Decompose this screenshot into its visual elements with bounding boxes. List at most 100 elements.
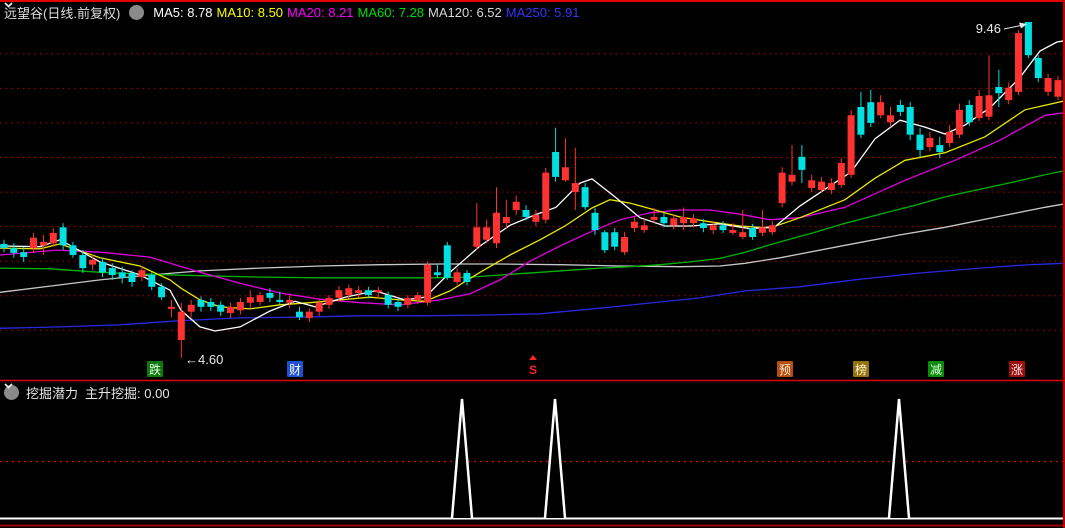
svg-text:财: 财 — [289, 363, 301, 377]
ma-label: MA120: 6.52 — [428, 4, 502, 20]
candle — [798, 156, 806, 170]
ma-legend: MA5: 8.78 MA10: 8.50 MA20: 8.21 MA60: 7.28 M… — [153, 5, 583, 20]
ma-line-MA20 — [0, 111, 1065, 306]
candle — [561, 167, 569, 181]
candle — [49, 232, 57, 244]
candle — [138, 270, 146, 278]
candle — [10, 248, 18, 253]
candle — [611, 232, 619, 247]
candle — [108, 268, 116, 275]
candle — [739, 232, 747, 237]
candle — [315, 302, 323, 312]
candle — [227, 306, 234, 313]
candle — [522, 210, 530, 217]
candle — [128, 273, 136, 282]
candle — [936, 145, 944, 152]
titlebar: 远望谷(日线.前复权) MA5: 8.78 MA10: 8.50 MA20: 8.2… — [4, 2, 583, 22]
candle — [266, 293, 274, 298]
candle — [207, 302, 215, 307]
candle — [630, 221, 638, 228]
candle — [857, 107, 865, 135]
candle — [236, 302, 244, 311]
candle — [118, 272, 126, 278]
svg-text:跌: 跌 — [149, 362, 161, 377]
collapse-main-chart-icon[interactable] — [4, 2, 145, 20]
candle — [719, 225, 727, 231]
candle — [690, 218, 697, 224]
candle — [818, 181, 825, 190]
candle — [414, 295, 422, 300]
event-marker-涨[interactable]: 涨 — [1009, 361, 1025, 377]
candle — [670, 218, 678, 226]
candle — [778, 172, 786, 204]
candle — [30, 237, 37, 249]
candle — [345, 288, 353, 296]
candle — [946, 131, 954, 143]
candle — [374, 290, 382, 293]
candle — [473, 227, 481, 247]
candle — [483, 227, 491, 240]
ma-label: MA20: 8.21 — [287, 4, 354, 20]
indicator-panel-header: 挖掘潜力 主升挖掘: 0.00 — [4, 383, 170, 401]
trading-app-window: { "titlebar": { "title": "远望谷(日线.前复权)", … — [0, 0, 1065, 528]
candle — [837, 163, 845, 186]
chart-scene[interactable]: 9.46 ←4.60 跌 财 S 预 榜 减 涨 — [0, 0, 1065, 528]
svg-text:涨: 涨 — [1011, 362, 1023, 377]
ma-line-MA10 — [0, 100, 1065, 310]
candle — [867, 102, 875, 123]
candle — [512, 201, 520, 211]
candle — [59, 227, 67, 246]
candle — [552, 152, 560, 177]
candle — [601, 232, 609, 251]
candle — [89, 259, 97, 265]
event-marker-减[interactable]: 减 — [928, 361, 944, 377]
svg-text:减: 减 — [930, 363, 942, 377]
stock-title: 远望谷(日线.前复权) — [4, 5, 121, 21]
event-marker-榜[interactable]: 榜 — [853, 361, 869, 377]
svg-text:9.46: 9.46 — [976, 21, 1001, 36]
candle — [167, 306, 175, 309]
candle — [148, 275, 156, 287]
candle — [749, 228, 757, 237]
candle — [660, 217, 668, 224]
candle — [424, 264, 432, 303]
candle — [197, 299, 205, 307]
candle — [335, 290, 343, 298]
candle — [1044, 78, 1052, 92]
candle — [404, 297, 412, 305]
candle — [69, 245, 77, 255]
indicator-signal-value: 0.00 — [144, 385, 170, 401]
candle — [99, 261, 106, 273]
collapse-indicator-icon[interactable] — [4, 383, 19, 400]
candle — [758, 227, 766, 233]
candle — [768, 225, 776, 233]
candle — [916, 134, 924, 150]
candle — [443, 245, 451, 278]
candles-layer — [0, 22, 1062, 358]
indicator-name: 挖掘潜力 — [26, 385, 79, 401]
event-marker-S[interactable]: S — [529, 355, 537, 377]
candle — [640, 225, 648, 231]
candle — [955, 109, 963, 135]
svg-text:←4.60: ←4.60 — [185, 352, 223, 367]
candle — [355, 290, 363, 293]
candle — [0, 243, 8, 248]
candle — [729, 230, 737, 233]
candle — [217, 304, 225, 312]
candle — [246, 297, 254, 303]
candle — [1024, 22, 1032, 56]
candle — [877, 102, 885, 116]
candle — [788, 174, 796, 182]
event-marker-跌[interactable]: 跌 — [147, 361, 163, 377]
candle — [965, 105, 973, 123]
ma-label: MA5: 8.78 — [153, 4, 213, 20]
candle — [621, 237, 628, 253]
candle — [985, 95, 993, 117]
candle — [79, 255, 87, 269]
candle — [827, 183, 835, 190]
candle — [493, 212, 500, 244]
candle — [256, 295, 264, 302]
event-marker-预[interactable]: 预 — [777, 361, 793, 377]
event-marker-财[interactable]: 财 — [287, 361, 303, 377]
indicator-pane[interactable] — [0, 379, 1065, 527]
